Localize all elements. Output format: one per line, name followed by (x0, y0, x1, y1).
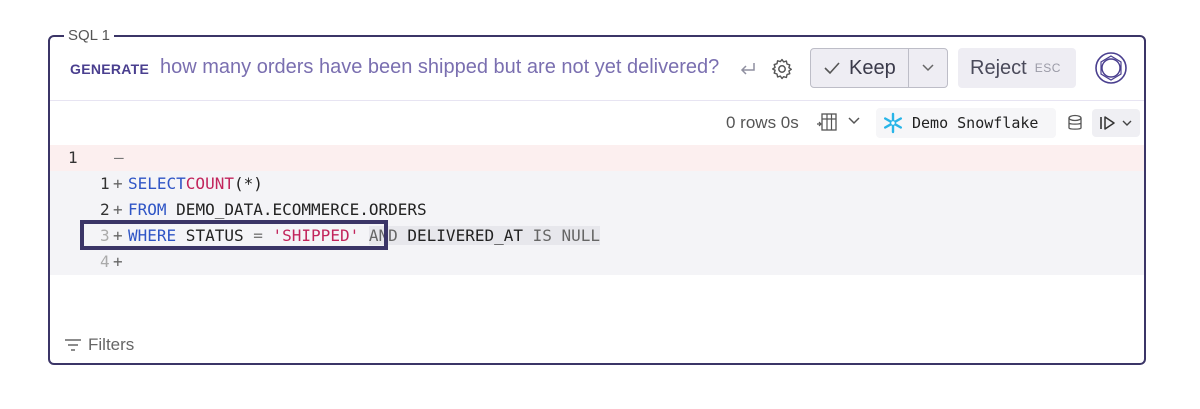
sql-keyword: SELECT (128, 174, 186, 193)
new-line-number: 4 (100, 252, 110, 271)
sql-function: COUNT (185, 174, 234, 193)
added-sign: + (113, 200, 123, 219)
sql-string: 'SHIPPED' (272, 226, 360, 245)
keep-label: Keep (849, 56, 896, 79)
code-text: SELECTCOUNT(*) (128, 171, 263, 197)
added-line: 2 + FROM DEMO_DATA.ECOMMERCE.ORDERS (50, 197, 1144, 223)
sql-column: DELIVERED_AT (397, 226, 533, 245)
sql-cell: SQL 1 GENERATE how many orders have been… (48, 27, 1146, 365)
removed-sign: — (114, 148, 124, 167)
filters-label: Filters (88, 335, 135, 354)
run-icon (1100, 116, 1115, 130)
connection-name: Demo Snowflake (912, 114, 1039, 132)
enter-icon[interactable] (738, 59, 758, 79)
generate-tag: GENERATE (70, 61, 150, 77)
sql-table-name: DEMO_DATA.ECOMMERCE.ORDERS (176, 200, 427, 219)
filters-button[interactable]: Filters (64, 335, 134, 355)
added-line: 4 + (50, 249, 1144, 275)
ai-assistant-logo-icon[interactable] (1094, 51, 1128, 85)
sql-column: STATUS (176, 226, 254, 245)
ai-generate-bar: GENERATE how many orders have been shipp… (50, 37, 1144, 101)
ai-prompt-text[interactable]: how many orders have been shipped but ar… (160, 56, 719, 79)
code-text: WHERE STATUS = 'SHIPPED' AND DELIVERED_A… (128, 223, 601, 249)
removed-line: 1 — (50, 145, 1144, 171)
added-line: 3 + WHERE STATUS = 'SHIPPED' AND DELIVER… (50, 223, 1144, 249)
sql-keyword: WHERE (128, 226, 177, 245)
reject-button[interactable]: Reject ESC (958, 48, 1076, 88)
cell-toolbar: 0 rows 0s Demo Snowflake (50, 101, 1144, 145)
row-count-status: 0 rows 0s (726, 113, 799, 132)
sql-operator: = (253, 226, 263, 245)
connection-selector[interactable]: Demo Snowflake (876, 108, 1056, 138)
keep-button[interactable]: Keep (811, 49, 909, 87)
sql-keyword: NULL (561, 226, 601, 245)
keep-options-dropdown[interactable] (909, 49, 947, 87)
filter-icon (65, 339, 81, 351)
database-icon[interactable] (1066, 114, 1084, 132)
table-columns-icon[interactable] (816, 112, 838, 132)
sql-editor-diff[interactable]: 1 — 1 + SELECTCOUNT(*) 2 + FROM DEMO_DAT… (50, 145, 1144, 275)
code-text: FROM DEMO_DATA.ECOMMERCE.ORDERS (128, 197, 427, 223)
sql-keyword: IS (532, 226, 552, 245)
chevron-down-icon[interactable] (848, 117, 860, 125)
sql-args: (*) (233, 174, 263, 193)
added-sign: + (113, 226, 123, 245)
run-button[interactable] (1092, 109, 1140, 137)
added-sign: + (113, 252, 123, 271)
new-line-number: 3 (100, 226, 110, 245)
sql-keyword: AND (368, 226, 398, 245)
snowflake-icon (884, 112, 902, 134)
reject-label: Reject (970, 56, 1027, 79)
sql-keyword: FROM (128, 200, 167, 219)
added-line: 1 + SELECTCOUNT(*) (50, 171, 1144, 197)
esc-shortcut-hint: ESC (1034, 61, 1061, 75)
new-line-number: 1 (100, 174, 110, 193)
check-icon (824, 62, 840, 75)
keep-button-group: Keep (810, 48, 948, 88)
gear-icon[interactable] (770, 57, 794, 81)
chevron-down-icon (922, 64, 934, 72)
new-line-number: 2 (100, 200, 110, 219)
chevron-down-icon (1122, 120, 1132, 126)
old-line-number: 1 (68, 148, 78, 167)
added-sign: + (113, 174, 123, 193)
